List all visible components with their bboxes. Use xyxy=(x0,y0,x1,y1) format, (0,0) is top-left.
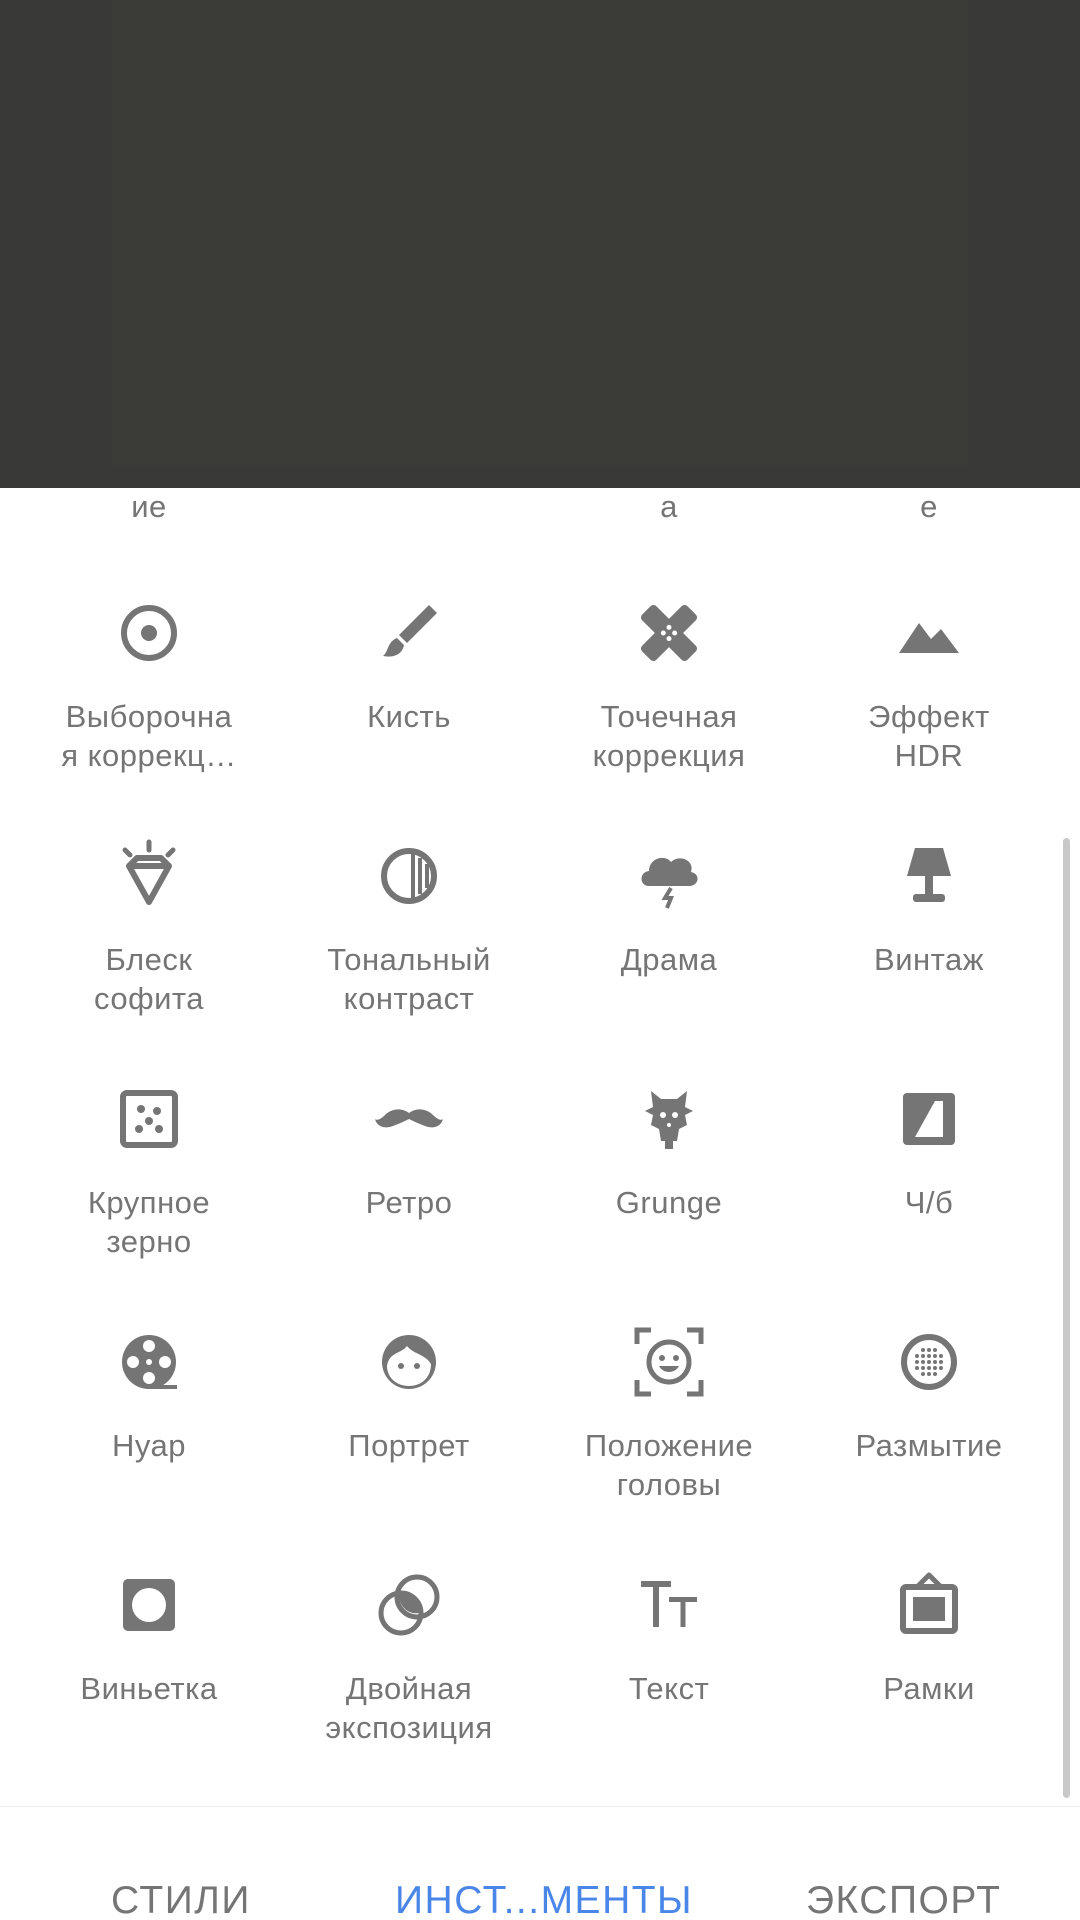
tool-glamour-glow[interactable]: Блеск софита xyxy=(19,808,279,1051)
tool-grunge[interactable]: Grunge xyxy=(539,1051,799,1294)
vignette-icon xyxy=(111,1567,187,1643)
tool-vintage[interactable]: Винтаж xyxy=(799,808,1059,1051)
tool-label: Тональный контраст xyxy=(327,942,491,1016)
tool-label: Виньетка xyxy=(80,1671,218,1706)
tool-label: Текст xyxy=(628,1671,710,1706)
tool-label: Кисть xyxy=(367,699,451,734)
tool-hdr[interactable]: Эффект HDR xyxy=(799,565,1059,808)
tonal-contrast-icon xyxy=(371,838,447,914)
partial-tool-label: е xyxy=(920,489,938,524)
tool-label: Рамки xyxy=(883,1671,975,1706)
tool-tonal-contrast[interactable]: Тональный контраст xyxy=(279,808,539,1051)
tool-label: Эффект HDR xyxy=(868,699,990,773)
tool-label: Grunge xyxy=(615,1185,723,1220)
bottom-nav: СТИЛИ ИНСТ...МЕНТЫ ЭКСПОРТ xyxy=(0,1806,1080,1920)
healing-icon xyxy=(631,595,707,671)
portrait-icon xyxy=(371,1324,447,1400)
selective-icon xyxy=(111,595,187,671)
tab-styles[interactable]: СТИЛИ xyxy=(111,1879,251,1920)
photo-preview[interactable] xyxy=(0,0,1080,488)
tool-grainy-film[interactable]: Крупное зерно xyxy=(19,1051,279,1294)
tool-label: Крупное зерно xyxy=(87,1185,211,1259)
drama-icon xyxy=(631,838,707,914)
noir-icon xyxy=(111,1324,187,1400)
retrolux-icon xyxy=(371,1081,447,1157)
partial-tool-label: ие xyxy=(131,489,167,524)
tool-portrait[interactable]: Портрет xyxy=(279,1294,539,1537)
scrollbar[interactable] xyxy=(1063,838,1070,1798)
tool-vignette[interactable]: Виньетка xyxy=(19,1537,279,1780)
partial-tool-label: а xyxy=(660,489,678,524)
tool-label: Ретро xyxy=(365,1185,453,1220)
grainy-film-icon xyxy=(111,1081,187,1157)
tool-healing[interactable]: Точечная коррекция xyxy=(539,565,799,808)
black-white-icon xyxy=(891,1081,967,1157)
text-icon xyxy=(631,1567,707,1643)
tool-double-exposure[interactable]: Двойная экспозиция xyxy=(279,1537,539,1780)
tab-export[interactable]: ЭКСПОРТ xyxy=(806,1879,1001,1920)
tool-label: Блеск софита xyxy=(93,942,204,1016)
brush-icon xyxy=(371,595,447,671)
tool-frames[interactable]: Рамки xyxy=(799,1537,1059,1780)
tool-label: Винтаж xyxy=(874,942,984,977)
tool-selective[interactable]: Выборочна я коррекц… xyxy=(19,565,279,808)
head-pose-icon xyxy=(631,1324,707,1400)
tool-lens-blur[interactable]: Размытие xyxy=(799,1294,1059,1537)
tool-label: Выборочна я коррекц… xyxy=(61,699,237,773)
grunge-icon xyxy=(631,1081,707,1157)
tool-black-white[interactable]: Ч/б xyxy=(799,1051,1059,1294)
tool-head-pose[interactable]: Положение головы xyxy=(539,1294,799,1537)
tool-label: Размытие xyxy=(855,1428,1003,1463)
tool-noir[interactable]: Нуар xyxy=(19,1294,279,1537)
tool-label: Нуар xyxy=(111,1428,187,1463)
photo-image xyxy=(112,0,968,466)
double-exposure-icon xyxy=(371,1567,447,1643)
tool-brush[interactable]: Кисть xyxy=(279,565,539,808)
frames-icon xyxy=(891,1567,967,1643)
tab-tools[interactable]: ИНСТ...МЕНТЫ xyxy=(395,1879,693,1920)
tool-label: Портрет xyxy=(348,1428,470,1463)
tool-drama[interactable]: Драма xyxy=(539,808,799,1051)
tool-retrolux[interactable]: Ретро xyxy=(279,1051,539,1294)
tool-label: Положение головы xyxy=(584,1428,754,1502)
tool-text[interactable]: Текст xyxy=(539,1537,799,1780)
tool-label: Точечная коррекция xyxy=(592,699,746,773)
hdr-icon xyxy=(891,595,967,671)
glamour-glow-icon xyxy=(111,838,187,914)
lens-blur-icon xyxy=(891,1324,967,1400)
tool-label: Двойная экспозиция xyxy=(325,1671,493,1745)
tool-label: Ч/б xyxy=(904,1185,954,1220)
vintage-icon xyxy=(891,838,967,914)
tool-label: Драма xyxy=(620,942,718,977)
